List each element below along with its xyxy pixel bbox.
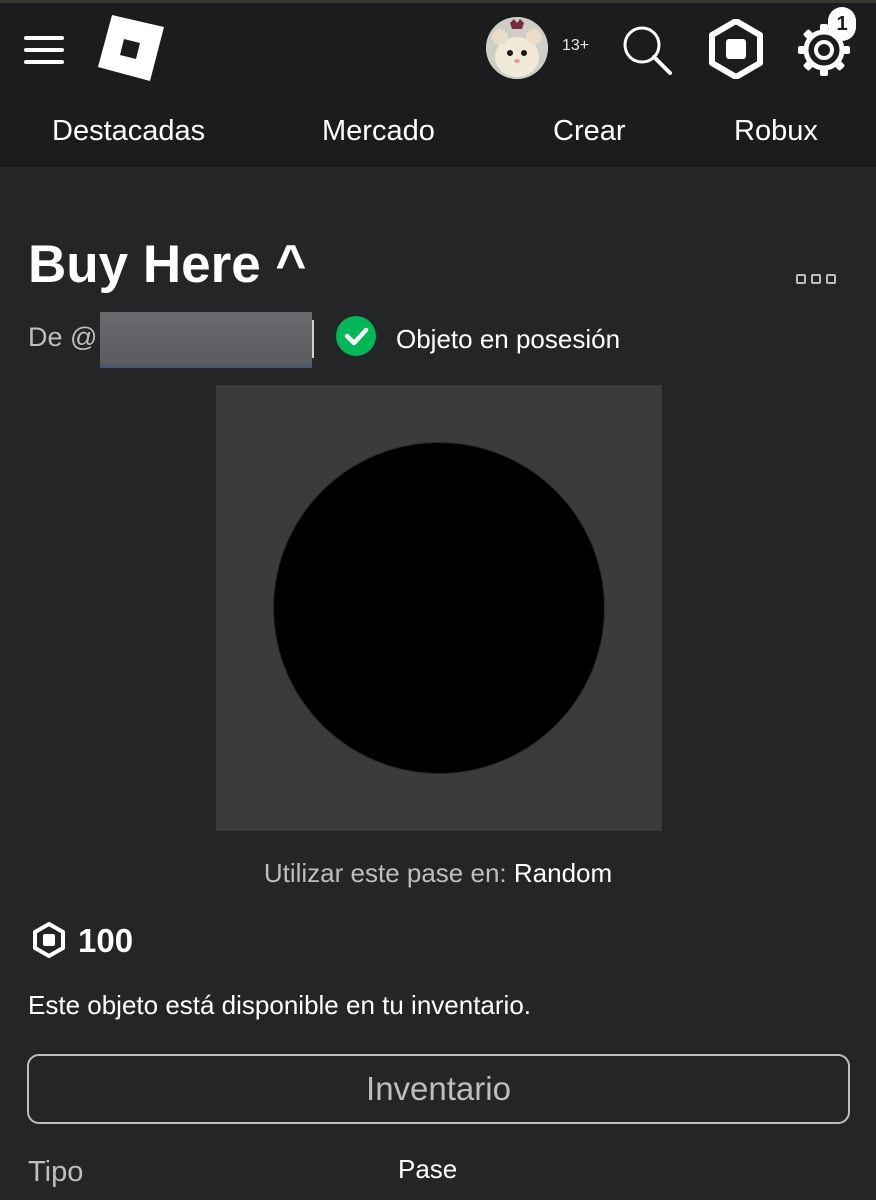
item-title: Buy Here ^ [28,235,307,294]
more-options-icon[interactable] [796,274,836,284]
notification-badge: 1 [828,7,856,41]
top-navigation-bar: 13+ 1 Destacadas Mercado Crear Robux [0,0,876,166]
robux-price-icon [32,922,66,958]
nav-destacadas[interactable]: Destacadas [52,115,205,148]
creator-prefix: De @ [28,322,98,352]
detail-label-tipo: Tipo [28,1156,84,1188]
use-pass-game-link[interactable]: Random [514,858,612,888]
availability-text: Este objeto está disponible en tu invent… [28,990,532,1020]
text-caret [312,320,314,358]
use-pass-line: Utilizar este pase en: Random [0,858,876,889]
inventory-button[interactable]: Inventario [27,1054,850,1124]
item-thumbnail [216,385,662,831]
robux-icon[interactable] [708,18,764,80]
creator-name-redacted[interactable] [100,312,312,368]
avatar[interactable] [486,17,548,79]
item-price: 100 [78,922,134,959]
menu-icon[interactable] [24,33,66,67]
nav-robux[interactable]: Robux [734,115,818,148]
age-label: 13+ [562,37,590,54]
search-icon[interactable] [620,23,674,77]
creator-byline: De @ [28,322,97,353]
nav-crear[interactable]: Crear [553,115,626,148]
nav-mercado[interactable]: Mercado [322,115,435,148]
thumbnail-image [274,443,604,773]
roblox-logo[interactable] [98,15,164,81]
owned-label: Objeto en posesión [396,324,621,354]
detail-value-tipo: Pase [398,1154,458,1184]
checkmark-icon [336,316,376,356]
use-pass-prefix: Utilizar este pase en: [263,858,507,888]
